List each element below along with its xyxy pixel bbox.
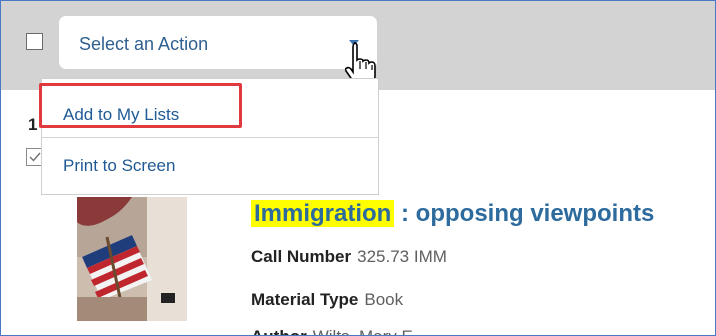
menu-divider [42,137,378,138]
author-label: Author [251,327,307,335]
check-icon [29,152,41,162]
result-title[interactable]: Immigration : opposing viewpoints [251,200,654,228]
action-select-label: Select an Action [79,34,209,54]
menu-item-print-label: Print to Screen [63,156,176,175]
annotation-highlight-box [39,83,242,128]
result-number: 1 [28,115,38,134]
call-number-label: Call Number [251,247,352,266]
actions-toolbar: Select an Action [1,1,715,90]
book-cover-image[interactable] [77,197,187,321]
author-value[interactable]: Wilts, Mary E. [313,327,418,335]
result-title-rest[interactable]: : opposing viewpoints [394,200,654,227]
action-select[interactable]: Select an Action [59,16,377,69]
author-field: Author Wilts, Mary E. [251,327,418,335]
material-type-label: Material Type [251,290,359,309]
catalog-results-frame: Select an Action 1 Immigration: opposin… [0,0,716,336]
call-number-value: 325.73 IMM [357,247,447,266]
material-type-field: Material Type Book [251,290,403,310]
material-type-value: Book [364,290,404,309]
menu-item-print-to-screen[interactable]: Print to Screen [42,150,378,180]
call-number-field: Call Number 325.73 IMM [251,247,447,267]
select-all-checkbox[interactable] [26,33,43,50]
search-term-highlight[interactable]: Immigration [251,200,395,227]
